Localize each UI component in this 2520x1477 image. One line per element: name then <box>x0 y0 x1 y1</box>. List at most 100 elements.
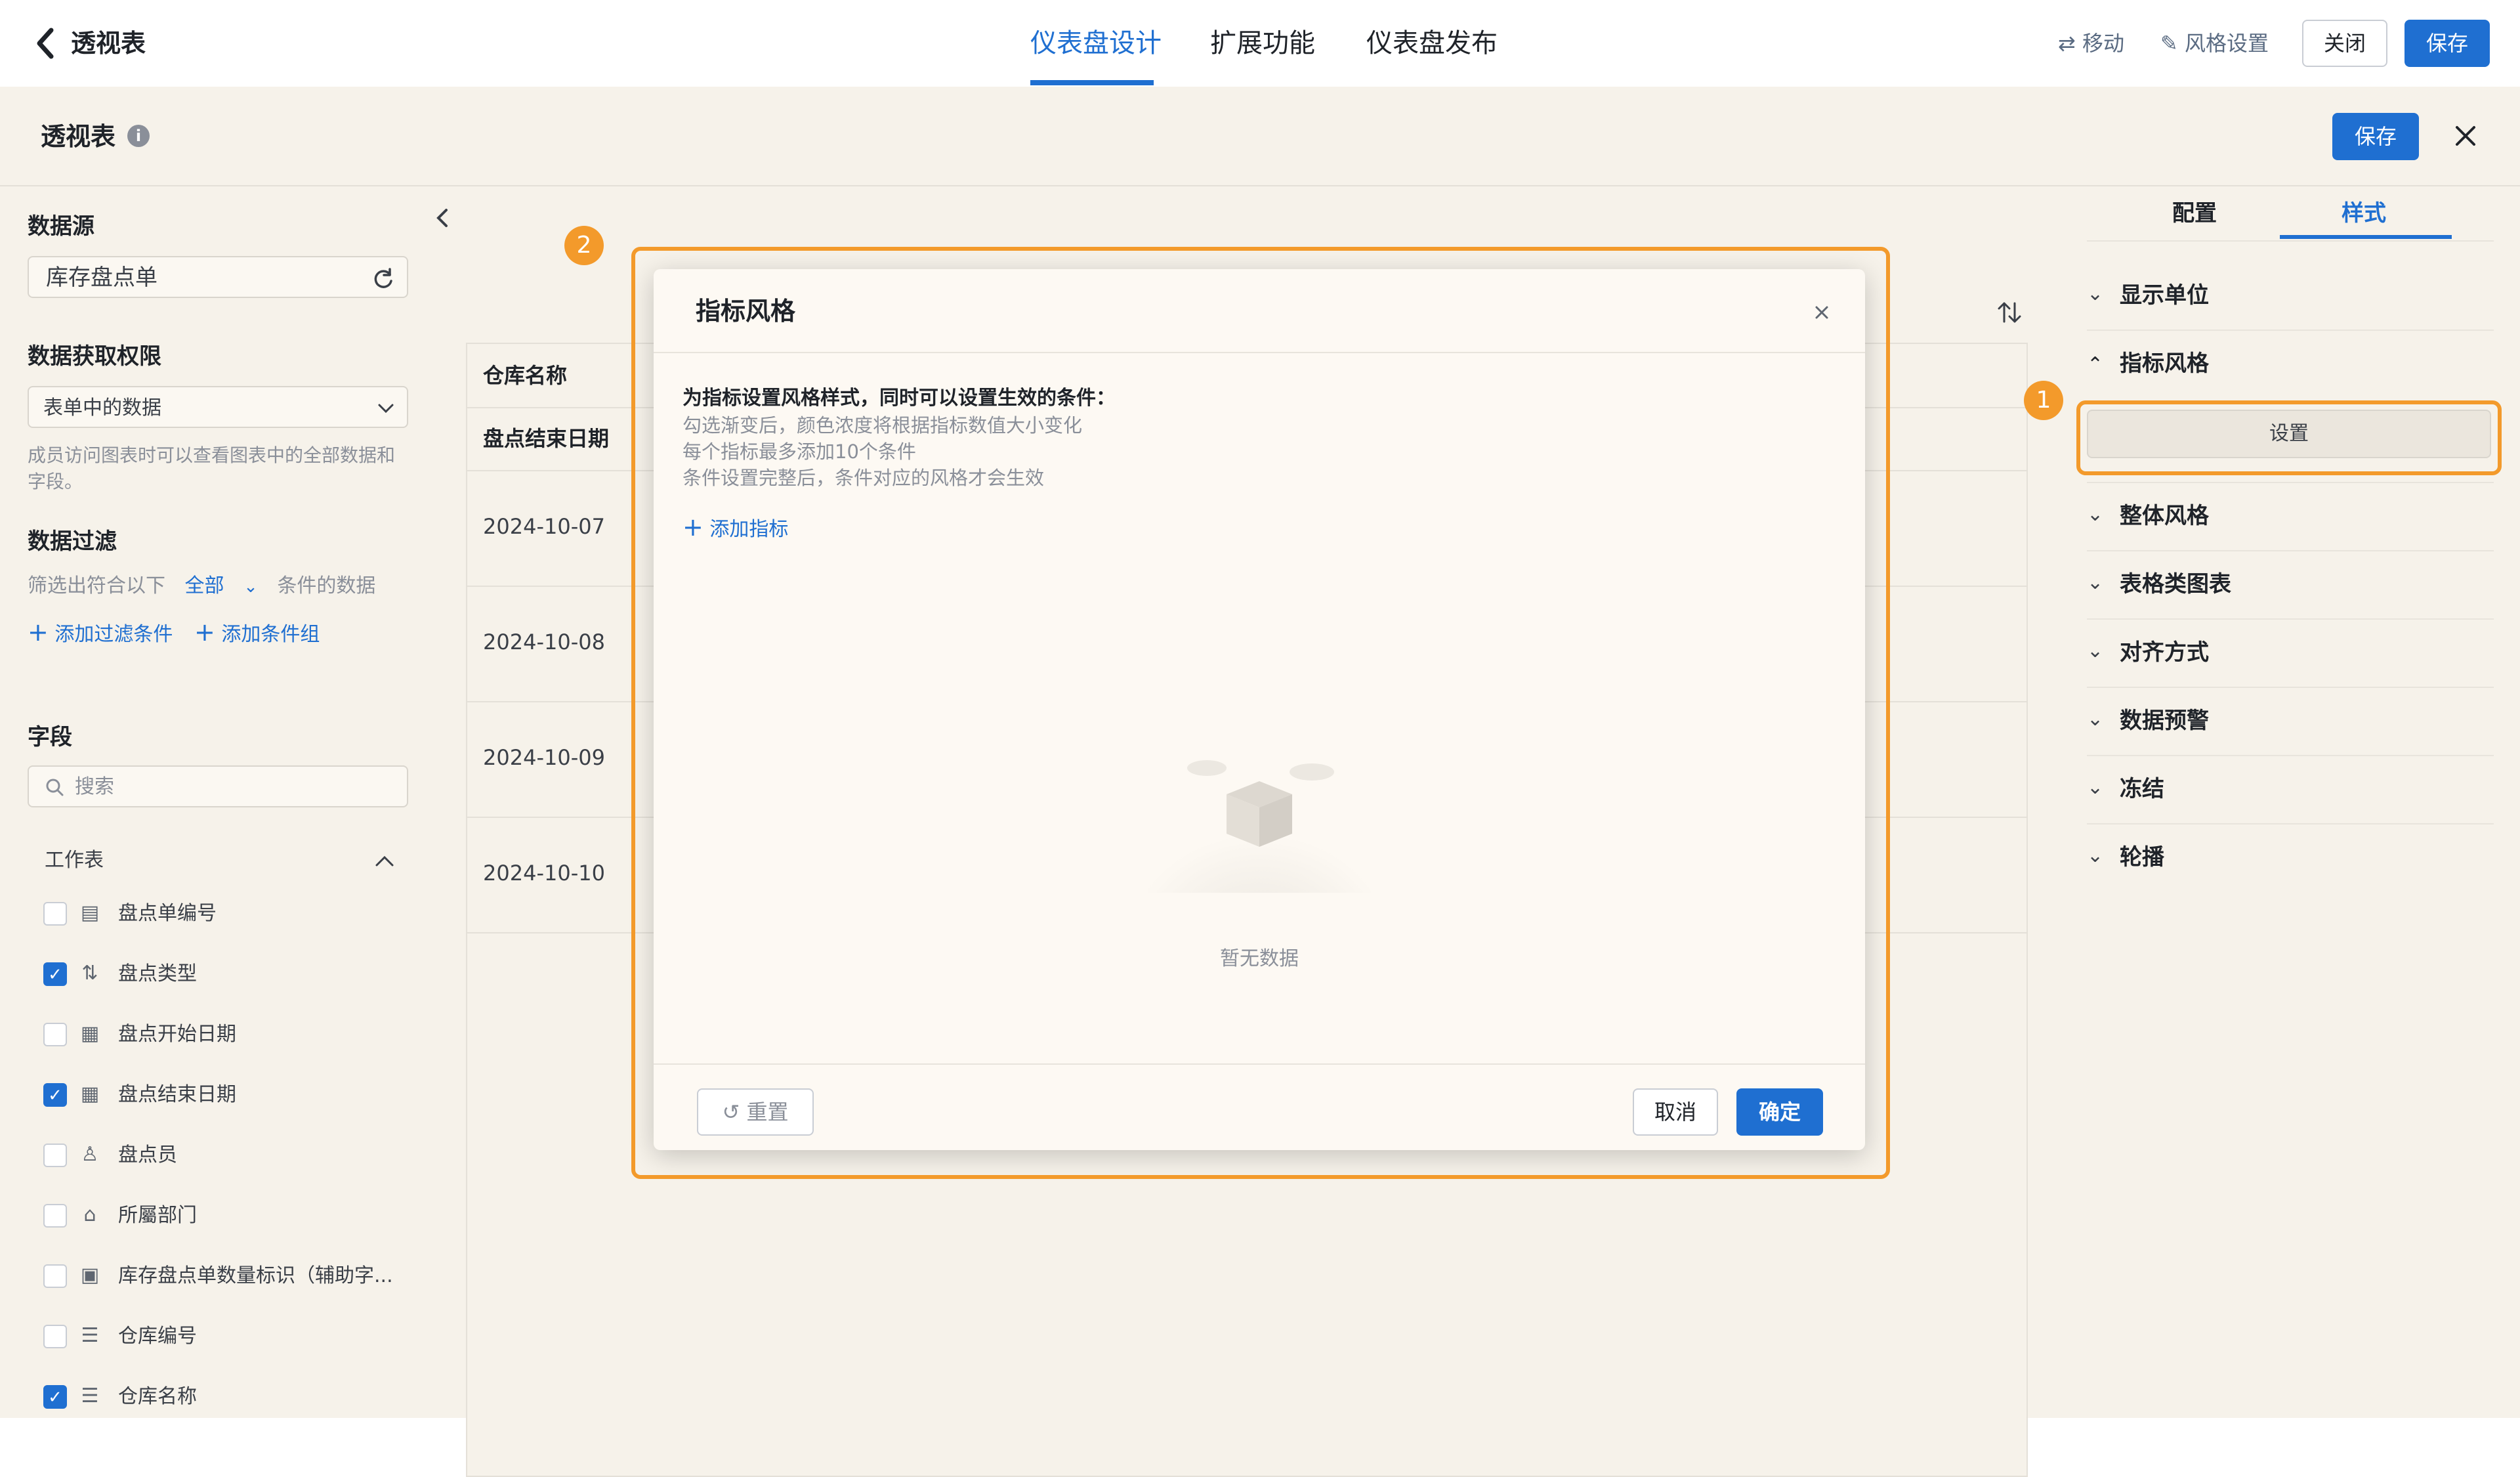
chevron-down-icon: ⌄ <box>2087 639 2104 662</box>
highlight-settings-button <box>2076 400 2502 475</box>
tab-extensions[interactable]: 扩展功能 <box>1210 26 1315 60</box>
field-search-input[interactable]: 搜索 <box>28 765 408 807</box>
section-freeze[interactable]: ⌄ 冻结 <box>2087 755 2494 824</box>
field-checkbox[interactable] <box>43 902 67 926</box>
add-condition-group-button[interactable]: + 添加条件组 <box>194 618 320 649</box>
field-label: 盘点类型 <box>118 962 197 985</box>
section-data-alert[interactable]: ⌄ 数据预警 <box>2087 687 2494 756</box>
datasource-select[interactable]: 库存盘点单 <box>28 256 408 298</box>
field-list-item[interactable]: ✓ ⇅ 盘点类型 <box>43 954 437 994</box>
tab-style[interactable]: 样式 <box>2342 198 2386 228</box>
field-list-item[interactable]: ♙ 盘点员 <box>43 1136 437 1175</box>
field-list-item[interactable]: ☰ 仓库编号 <box>43 1317 437 1356</box>
field-checkbox[interactable]: ✓ <box>43 1385 67 1409</box>
add-filter-button[interactable]: + 添加过滤条件 <box>28 618 173 649</box>
field-label: 仓库名称 <box>118 1385 197 1408</box>
section-label[interactable]: 指标风格 <box>2120 349 2209 378</box>
permission-value: 表单中的数据 <box>43 396 161 419</box>
permission-select[interactable]: 表单中的数据 <box>28 386 408 428</box>
section-label: 数据预警 <box>2120 708 2209 734</box>
info-icon[interactable]: i <box>127 125 150 147</box>
refresh-icon[interactable] <box>370 265 396 291</box>
chevron-up-icon[interactable]: ⌃ <box>2087 352 2113 378</box>
table-header-end-date: 盘点结束日期 <box>483 426 610 451</box>
tab-config[interactable]: 配置 <box>2172 198 2217 228</box>
style-settings-button[interactable]: ✎ 风格设置 <box>2160 29 2269 58</box>
section-label: 对齐方式 <box>2120 639 2209 666</box>
field-checkbox[interactable]: ✓ <box>43 1083 67 1107</box>
filter-title: 数据过滤 <box>28 528 117 555</box>
table-cell-date: 2024-10-09 <box>483 745 605 770</box>
department-icon: ⌂ <box>83 1203 96 1226</box>
left-config-panel: 数据源 库存盘点单 数据获取权限 表单中的数据 成员访问图表时可以查看图表中的全… <box>0 185 459 1418</box>
filter-scope-dropdown[interactable]: 全部 <box>185 574 224 597</box>
close-button[interactable]: 关闭 <box>2302 20 2387 67</box>
datasource-value: 库存盘点单 <box>46 265 158 291</box>
field-checkbox[interactable] <box>43 1144 67 1167</box>
field-checkbox[interactable]: ✓ <box>43 962 67 986</box>
filter-condition-line: 筛选出符合以下 全部 ⌄ 条件的数据 <box>28 572 375 601</box>
calendar-icon: ▦ <box>80 1022 100 1045</box>
tab-dashboard-design[interactable]: 仪表盘设计 <box>1030 26 1162 60</box>
calendar-icon: ▦ <box>80 1082 100 1105</box>
chevron-up-icon[interactable] <box>371 848 398 874</box>
search-placeholder: 搜索 <box>75 775 114 798</box>
field-list-item[interactable]: ⌂ 所屬部门 <box>43 1196 437 1235</box>
move-button[interactable]: ⇄ 移动 <box>2058 29 2124 58</box>
section-alignment[interactable]: ⌄ 对齐方式 <box>2087 618 2494 688</box>
tab-dashboard-publish[interactable]: 仪表盘发布 <box>1366 26 1498 60</box>
table-cell-date: 2024-10-10 <box>483 861 605 886</box>
collapse-left-chevron-icon[interactable] <box>433 205 453 231</box>
text-lines-icon: ☰ <box>81 1384 99 1407</box>
field-label: 库存盘点单数量标识（辅助字... <box>118 1264 393 1287</box>
worksheet-group-label: 工作表 <box>45 849 104 872</box>
section-carousel[interactable]: ⌄ 轮播 <box>2087 823 2494 891</box>
field-checkbox[interactable] <box>43 1264 67 1288</box>
field-list-item[interactable]: ▣ 库存盘点单数量标识（辅助字... <box>43 1256 437 1296</box>
fields-title: 字段 <box>28 724 72 750</box>
move-label: 移动 <box>2082 31 2124 56</box>
table-cell-date: 2024-10-07 <box>483 514 605 539</box>
top-save-button[interactable]: 保存 <box>2404 20 2490 67</box>
field-list-item[interactable]: ✓ ▦ 盘点结束日期 <box>43 1075 437 1115</box>
field-checkbox[interactable] <box>43 1325 67 1348</box>
plus-icon: + <box>28 618 49 647</box>
search-icon <box>43 776 67 800</box>
chevron-down-icon: ⌄ <box>2087 844 2104 867</box>
permission-help-text: 成员访问图表时可以查看图表中的全部数据和字段。 <box>28 444 396 492</box>
chevron-down-icon <box>374 396 398 420</box>
field-checkbox[interactable] <box>43 1023 67 1046</box>
field-label: 盘点开始日期 <box>118 1023 236 1046</box>
sort-toggle-icon[interactable] <box>1996 298 2023 327</box>
right-tabs: 配置 样式 <box>2087 185 2494 242</box>
chevron-down-icon[interactable]: ⌄ <box>243 577 258 597</box>
highlight-dialog <box>631 247 1890 1179</box>
style-tab-indicator <box>2280 235 2452 239</box>
section-display-unit[interactable]: ⌄ 显示单位 <box>2087 261 2494 331</box>
section-label: 表格类图表 <box>2120 571 2231 597</box>
app-title: 透视表 <box>71 29 146 58</box>
field-label: 所屬部门 <box>118 1204 197 1227</box>
datasource-title: 数据源 <box>28 213 94 240</box>
close-icon[interactable] <box>2449 119 2482 152</box>
drawer-title: 透视表 <box>41 122 116 151</box>
chevron-down-icon: ⌄ <box>2087 776 2104 799</box>
swap-icon: ⇄ <box>2058 31 2076 56</box>
style-settings-label: 风格设置 <box>2184 31 2269 56</box>
add-filter-label: 添加过滤条件 <box>54 623 173 646</box>
chevron-down-icon: ⌄ <box>2087 571 2104 594</box>
pen-icon: ✎ <box>2160 31 2178 56</box>
field-checkbox[interactable] <box>43 1204 67 1228</box>
field-list-item[interactable]: ✓ ☰ 仓库名称 <box>43 1377 437 1417</box>
field-label: 盘点单编号 <box>118 902 217 925</box>
field-list-item[interactable]: ▦ 盘点开始日期 <box>43 1015 437 1054</box>
active-tab-indicator <box>1030 80 1154 85</box>
section-label: 轮播 <box>2120 844 2164 870</box>
field-list-item[interactable]: ▤ 盘点单编号 <box>43 894 437 933</box>
section-table-chart[interactable]: ⌄ 表格类图表 <box>2087 550 2494 620</box>
sort-list-icon: ⇅ <box>81 962 98 985</box>
drawer-save-button[interactable]: 保存 <box>2332 113 2419 160</box>
section-overall-style[interactable]: ⌄ 整体风格 <box>2087 482 2494 551</box>
drawer-header: 透视表 i 保存 <box>0 87 2520 186</box>
back-chevron-icon[interactable] <box>33 24 59 63</box>
